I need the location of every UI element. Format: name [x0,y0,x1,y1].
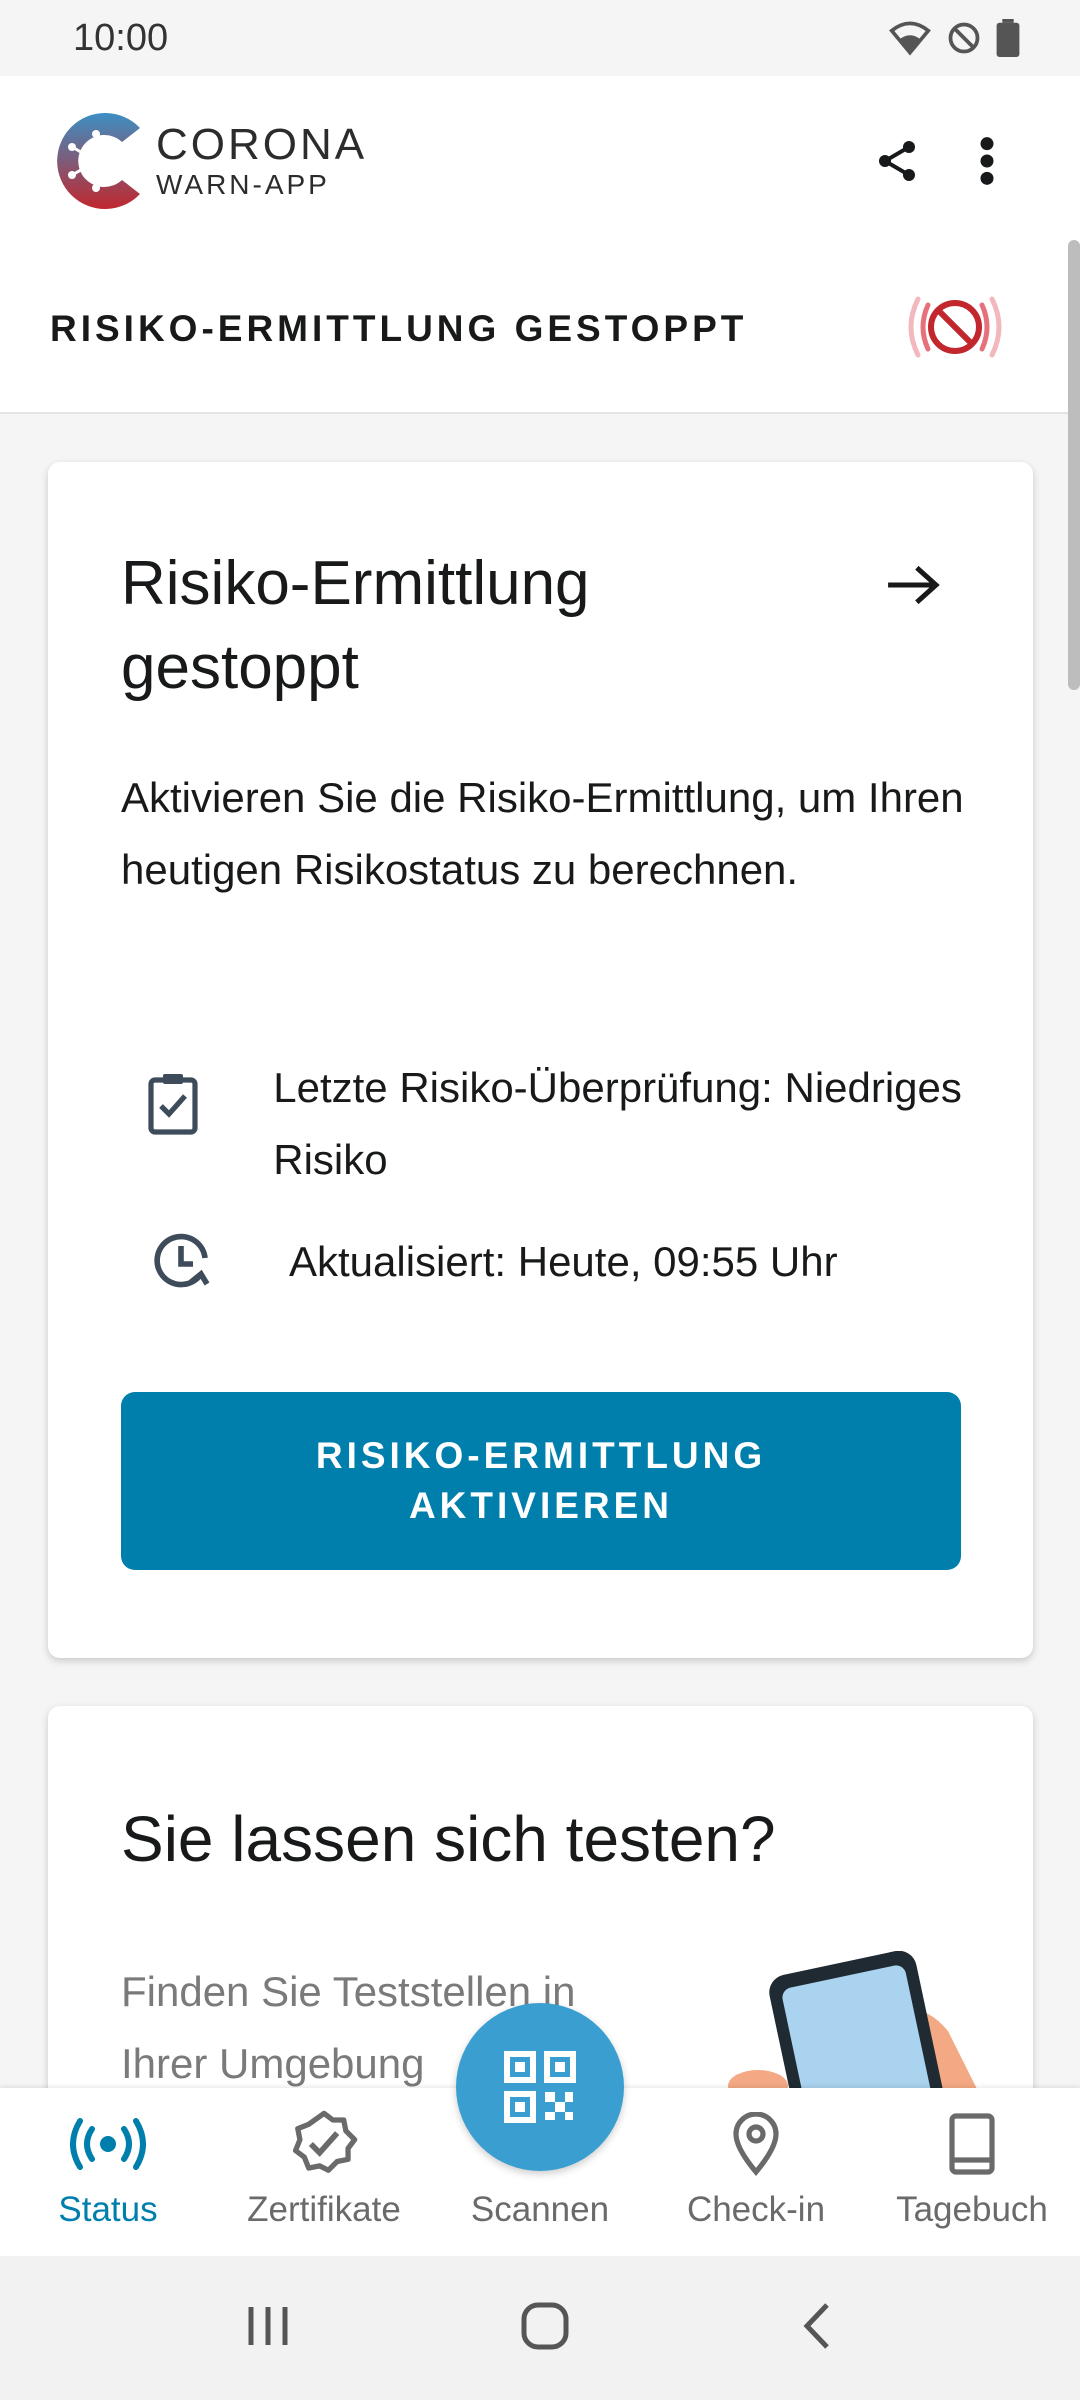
book-icon [945,2104,999,2184]
wifi-icon [889,21,931,56]
tracing-stopped-icon [900,287,1010,372]
status-icons [888,19,1020,57]
test-card-title: Sie lassen sich testen? [121,1803,776,1875]
more-vert-icon [980,137,994,185]
risk-card[interactable]: Risiko-Ermittlung gestoppt Aktivieren Si… [48,462,1033,1658]
scan-qr-button[interactable] [456,2003,624,2171]
risk-header-title: RISIKO-ERMITTLUNG GESTOPPT [50,308,748,349]
more-options-button[interactable] [942,116,1032,206]
home-button[interactable] [520,2301,570,2356]
nav-check-in[interactable]: Check-in [648,2088,864,2256]
nav-status-label: Status [58,2190,158,2229]
system-navigation-bar [0,2256,1080,2400]
status-time: 10:00 [73,16,169,59]
location-pin-icon [731,2104,781,2184]
nav-check-in-label: Check-in [686,2190,826,2229]
risk-card-text: Aktivieren Sie die Risiko-Ermittlung, um… [121,774,964,893]
app-actions [852,116,1032,206]
broadcast-icon [68,2104,148,2184]
logo-icon [57,113,140,210]
recent-apps-icon [248,2306,288,2345]
nav-diary-label: Tagebuch [896,2190,1048,2229]
share-icon [879,141,915,181]
scrollbar[interactable] [1068,240,1080,690]
risk-status-header: RISIKO-ERMITTLUNG GESTOPPT [0,246,1080,414]
arrow-right-icon[interactable] [883,562,943,613]
clipboard-check-icon [121,1052,225,1136]
app-bar: CORONA WARN-APP [0,76,1080,246]
recent-apps-button[interactable] [245,2303,291,2354]
nav-certificates-label: Zertifikate [247,2190,401,2229]
last-check-row: Letzte Risiko-Überprüfung: Niedriges Ris… [121,1052,981,1196]
nav-scan-label: Scannen [470,2190,610,2229]
share-button[interactable] [852,116,942,206]
nav-diary[interactable]: Tagebuch [864,2088,1080,2256]
activate-tracing-button[interactable]: RISIKO-ERMITTLUNG AKTIVIEREN [121,1392,961,1570]
risk-card-title: Risiko-Ermittlung gestoppt [121,549,590,702]
home-icon [521,2302,569,2349]
certificate-badge-icon [289,2104,359,2184]
do-not-disturb-icon [948,22,980,54]
back-button[interactable] [799,2301,835,2356]
status-bar: 10:00 [0,0,1080,76]
last-check-text: Letzte Risiko-Überprüfung: Niedriges Ris… [273,1064,962,1183]
logo-title: CORONA [156,120,368,169]
nav-certificates[interactable]: Zertifikate [216,2088,432,2256]
back-icon [803,2302,830,2349]
clock-refresh-icon [121,1226,241,1294]
qr-code-icon [504,2051,576,2123]
updated-text: Aktualisiert: Heute, 09:55 Uhr [289,1238,838,1285]
battery-icon [996,19,1020,57]
nav-status[interactable]: Status [0,2088,216,2256]
logo-subtitle: WARN-APP [156,169,330,200]
app-screen: 10:00 CORONA WARN-APP RISIKO-ERMITTLUNG … [0,0,1080,2400]
updated-row: Aktualisiert: Heute, 09:55 Uhr [121,1226,981,1298]
corona-warn-app-logo: CORONA WARN-APP [48,106,367,216]
